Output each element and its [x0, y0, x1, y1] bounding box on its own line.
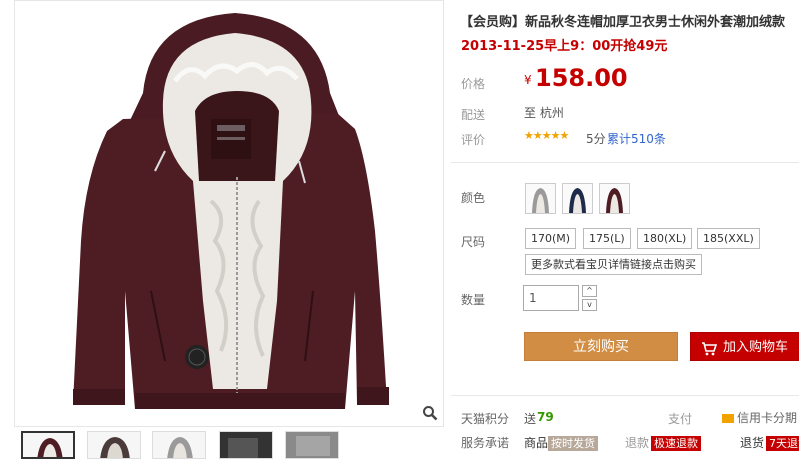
color-swatch-grey[interactable] [525, 183, 556, 214]
divider [451, 162, 799, 163]
service-item-2-label: 退款 [625, 436, 650, 450]
color-label: 颜色 [461, 191, 486, 205]
service-item-1-label: 商品 [524, 436, 549, 450]
thumbnail-3[interactable] [152, 431, 206, 459]
cart-icon [701, 333, 718, 373]
credit-installment[interactable]: 信用卡分期 [722, 409, 797, 426]
add-to-cart-button[interactable]: 加入购物车 [690, 332, 799, 361]
size-option-l[interactable]: 175(L) [583, 228, 631, 249]
size-option-xxl[interactable]: 185(XXL) [697, 228, 760, 249]
thumbnail-strip [14, 431, 444, 459]
size-option-m[interactable]: 170(M) [525, 228, 577, 249]
quantity-down-icon[interactable]: v [582, 299, 597, 311]
credit-card-icon [722, 414, 734, 423]
service-label: 服务承诺 [461, 436, 510, 450]
points-value: 79 [537, 410, 554, 424]
service-item-3[interactable]: 退货7天退货 [740, 434, 799, 451]
points-label: 天猫积分 [461, 412, 510, 426]
thumbnail-1[interactable] [21, 431, 75, 459]
review-count-link[interactable]: 累计510条 [607, 130, 666, 147]
price-label: 价格 [461, 77, 486, 91]
on-time-shipping-badge: 按时发货 [548, 436, 599, 451]
promo-text: 2013-11-25早上9：00开抢49元 [461, 39, 668, 54]
points-prefix: 送 [524, 412, 537, 426]
add-to-cart-label: 加入购物车 [723, 340, 789, 355]
fast-refund-badge: 极速退款 [651, 436, 702, 451]
quantity-input[interactable]: 1 [523, 285, 579, 311]
color-swatch-navy[interactable] [562, 183, 593, 214]
service-item-3-label: 退货 [740, 436, 765, 450]
quantity-label: 数量 [461, 293, 486, 307]
thumbnail-5[interactable] [285, 431, 339, 459]
price-currency: ¥ [524, 73, 532, 87]
shipping-destination[interactable]: 至 杭州 [524, 104, 564, 121]
service-item-2[interactable]: 退款 极速退款 [625, 434, 702, 451]
credit-installment-label: 信用卡分期 [737, 411, 798, 425]
magnifier-icon[interactable] [419, 402, 441, 424]
rating-score: 5分 [586, 132, 606, 146]
jacket-illustration [73, 13, 389, 409]
shipping-label: 配送 [461, 108, 486, 122]
service-item-1[interactable]: 商品 按时发货 [524, 434, 599, 451]
product-title: 【会员购】新品秋冬连帽加厚卫衣男士休闲外套潮加绒款 [460, 15, 786, 30]
more-styles-button[interactable]: 更多款式看宝贝详情链接点击购买 [525, 254, 702, 275]
thumbnail-4[interactable] [219, 431, 273, 459]
size-label: 尺码 [461, 235, 486, 249]
pay-label: 支付 [668, 412, 693, 426]
color-swatch-burgundy[interactable] [599, 183, 630, 214]
divider [451, 395, 799, 396]
thumbnail-2[interactable] [87, 431, 141, 459]
quantity-up-icon[interactable]: ^ [582, 285, 597, 297]
price-value: 158.00 [535, 64, 628, 92]
rating-label: 评价 [461, 133, 486, 147]
rating-stars-icon: ★★★★★ [524, 129, 569, 142]
product-image[interactable] [14, 0, 444, 427]
size-option-xl[interactable]: 180(XL) [637, 228, 693, 249]
return-policy-badge: 7天退货 [766, 436, 799, 451]
buy-now-button[interactable]: 立刻购买 [524, 332, 678, 361]
